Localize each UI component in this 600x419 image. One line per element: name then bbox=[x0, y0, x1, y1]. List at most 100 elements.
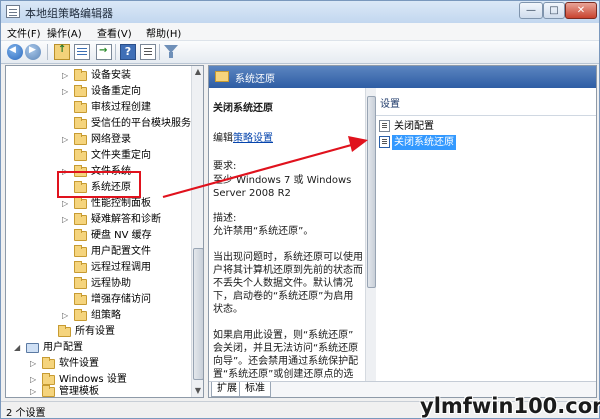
menu-help[interactable]: 帮助(H) bbox=[146, 25, 181, 40]
details-header-title: 系统还原 bbox=[235, 74, 275, 85]
minimize-button[interactable]: — bbox=[519, 2, 543, 19]
folder-icon bbox=[74, 293, 87, 305]
tree-item-label: 设备安装 bbox=[91, 70, 131, 81]
expand-arrow-icon[interactable]: ▷ bbox=[30, 384, 40, 397]
expand-arrow-icon[interactable]: ▷ bbox=[62, 84, 72, 100]
window-title: 本地组策略编辑器 bbox=[25, 7, 113, 20]
folder-icon bbox=[74, 117, 87, 129]
back-arrow-icon[interactable] bbox=[7, 44, 23, 60]
tree-item-label: 性能控制面板 bbox=[91, 198, 151, 209]
scroll-down-icon[interactable]: ▼ bbox=[192, 385, 203, 397]
tree-pane[interactable]: ▷ 设备安装 ▷ 设备重定向 审核过程创建 受信任的平台模块服务 ▷ 网络登录 … bbox=[5, 65, 204, 398]
description-label: 描述: bbox=[213, 213, 237, 224]
tree-item-label: 所有设置 bbox=[75, 326, 115, 337]
setting-label: 关闭系统还原 bbox=[392, 135, 456, 150]
folder-icon bbox=[74, 245, 87, 257]
folder-icon bbox=[58, 325, 71, 337]
paragraph-line: 当出现问题时，系统还原可以使用 bbox=[213, 252, 363, 263]
description-scrollbar[interactable] bbox=[365, 88, 376, 381]
folder-icon bbox=[215, 71, 229, 82]
forward-arrow-icon[interactable] bbox=[25, 44, 41, 60]
toolbar-divider bbox=[159, 44, 160, 60]
requirements-label: 要求: bbox=[213, 161, 237, 172]
watermark-text: ylmfwin100.com bbox=[420, 394, 600, 418]
toolbar-divider bbox=[115, 44, 116, 60]
expand-arrow-icon[interactable]: ▷ bbox=[62, 68, 72, 84]
expand-arrow-icon[interactable]: ▷ bbox=[30, 356, 40, 372]
export-list-icon[interactable] bbox=[96, 44, 112, 60]
maximize-button[interactable]: □ bbox=[543, 2, 565, 19]
edit-prefix: 编辑 bbox=[213, 133, 233, 144]
description-text: 允许禁用“系统还原”。 bbox=[213, 226, 314, 237]
gpedit-window: 本地组策略编辑器 — □ ✕ 文件(F) 操作(A) 查看(V) 帮助(H) ?… bbox=[0, 0, 600, 419]
expand-arrow-icon[interactable]: ▷ bbox=[62, 212, 72, 228]
tree-item-label: 文件夹重定向 bbox=[91, 150, 151, 161]
menu-bar: 文件(F) 操作(A) 查看(V) 帮助(H) bbox=[1, 23, 599, 41]
title-bar[interactable]: 本地组策略编辑器 — □ ✕ bbox=[1, 1, 599, 24]
tree-item-label: 网络登录 bbox=[91, 134, 131, 145]
paragraph-line: 户将其计算机还原到先前的状态而 bbox=[213, 265, 363, 276]
toolbar: ? bbox=[1, 41, 599, 64]
folder-icon bbox=[74, 149, 87, 161]
paragraph-line: 下，启动卷的“系统还原”为启用 bbox=[213, 291, 354, 302]
edit-policy-link[interactable]: 策略设置 bbox=[233, 133, 273, 144]
up-folder-icon[interactable] bbox=[54, 44, 70, 60]
requirements-line: Server 2008 R2 bbox=[213, 188, 291, 199]
show-tree-icon[interactable] bbox=[74, 44, 90, 60]
tree-item-label: 增强存储访问 bbox=[91, 294, 151, 305]
expand-arrow-icon[interactable]: ▷ bbox=[62, 132, 72, 148]
scroll-thumb[interactable] bbox=[193, 248, 203, 380]
tree-item-label: 软件设置 bbox=[59, 358, 99, 369]
policy-setting-icon bbox=[379, 136, 390, 148]
paragraph-line: 如果启用此设置，则“系统还原” bbox=[213, 330, 354, 341]
folder-icon bbox=[74, 133, 87, 145]
menu-view[interactable]: 查看(V) bbox=[97, 25, 132, 40]
edit-line: 编辑策略设置 bbox=[213, 132, 363, 145]
tab-standard[interactable]: 标准 bbox=[239, 382, 271, 397]
close-button[interactable]: ✕ bbox=[565, 2, 597, 19]
tree-item-label: 远程协助 bbox=[91, 278, 131, 289]
folder-icon bbox=[42, 373, 55, 385]
expand-arrow-icon[interactable]: ▷ bbox=[62, 196, 72, 212]
setting-row-turn-off-system-restore[interactable]: 关闭系统还原 bbox=[376, 135, 596, 150]
folder-icon bbox=[74, 261, 87, 273]
folder-icon bbox=[74, 69, 87, 81]
folder-icon bbox=[74, 101, 87, 113]
settings-list: 设置 关闭配置 关闭系统还原 bbox=[376, 88, 596, 397]
paragraph-line: 会关闭，并且无法访问“系统还原 bbox=[213, 343, 359, 354]
help-icon[interactable]: ? bbox=[120, 44, 136, 60]
tree-item-label: 审核过程创建 bbox=[91, 102, 151, 113]
scroll-thumb[interactable] bbox=[367, 96, 376, 288]
collapse-arrow-icon[interactable]: ◢ bbox=[14, 340, 24, 356]
policy-setting-icon bbox=[379, 120, 390, 132]
paragraph-line: 不丢失个人数据文件。默认情况 bbox=[213, 278, 353, 289]
paragraph-line: 向导”。还会禁用通过系统保护配 bbox=[213, 356, 359, 367]
settings-header-label: 设置 bbox=[380, 99, 400, 110]
paragraph-line: 置“系统还原”或创建还原点的选 bbox=[213, 369, 354, 380]
menu-file[interactable]: 文件(F) bbox=[7, 25, 41, 40]
tree-item-label: 设备重定向 bbox=[91, 86, 141, 97]
paragraph-line: 状态。 bbox=[213, 304, 243, 315]
folder-icon bbox=[74, 229, 87, 241]
folder-icon bbox=[74, 309, 87, 321]
user-config-icon bbox=[26, 343, 39, 353]
tree-item-label: 疑难解答和诊断 bbox=[91, 214, 161, 225]
tree-item-label: 组策略 bbox=[91, 310, 121, 321]
tree-scrollbar[interactable]: ▲ ▼ bbox=[191, 66, 203, 397]
status-text: 2 个设置 bbox=[6, 408, 46, 419]
scroll-up-icon[interactable]: ▲ bbox=[192, 66, 203, 78]
setting-row-close-config[interactable]: 关闭配置 bbox=[376, 119, 596, 134]
setting-label: 关闭配置 bbox=[394, 121, 434, 132]
expand-arrow-icon[interactable]: ▷ bbox=[62, 308, 72, 324]
properties-icon[interactable] bbox=[140, 44, 156, 60]
menu-action[interactable]: 操作(A) bbox=[47, 25, 82, 40]
folder-icon bbox=[74, 213, 87, 225]
details-header: 系统还原 bbox=[209, 66, 596, 88]
filter-icon[interactable] bbox=[164, 45, 178, 59]
details-pane: 系统还原 关闭系统还原 编辑策略设置 要求: 至少 Windows 7 或 Wi… bbox=[208, 65, 597, 398]
folder-icon bbox=[74, 197, 87, 209]
tree-item-label: 硬盘 NV 缓存 bbox=[91, 230, 152, 241]
requirements-line: 至少 Windows 7 或 Windows bbox=[213, 175, 352, 186]
settings-column-header[interactable]: 设置 bbox=[376, 96, 596, 116]
tree-item-label: 用户配置文件 bbox=[91, 246, 151, 257]
